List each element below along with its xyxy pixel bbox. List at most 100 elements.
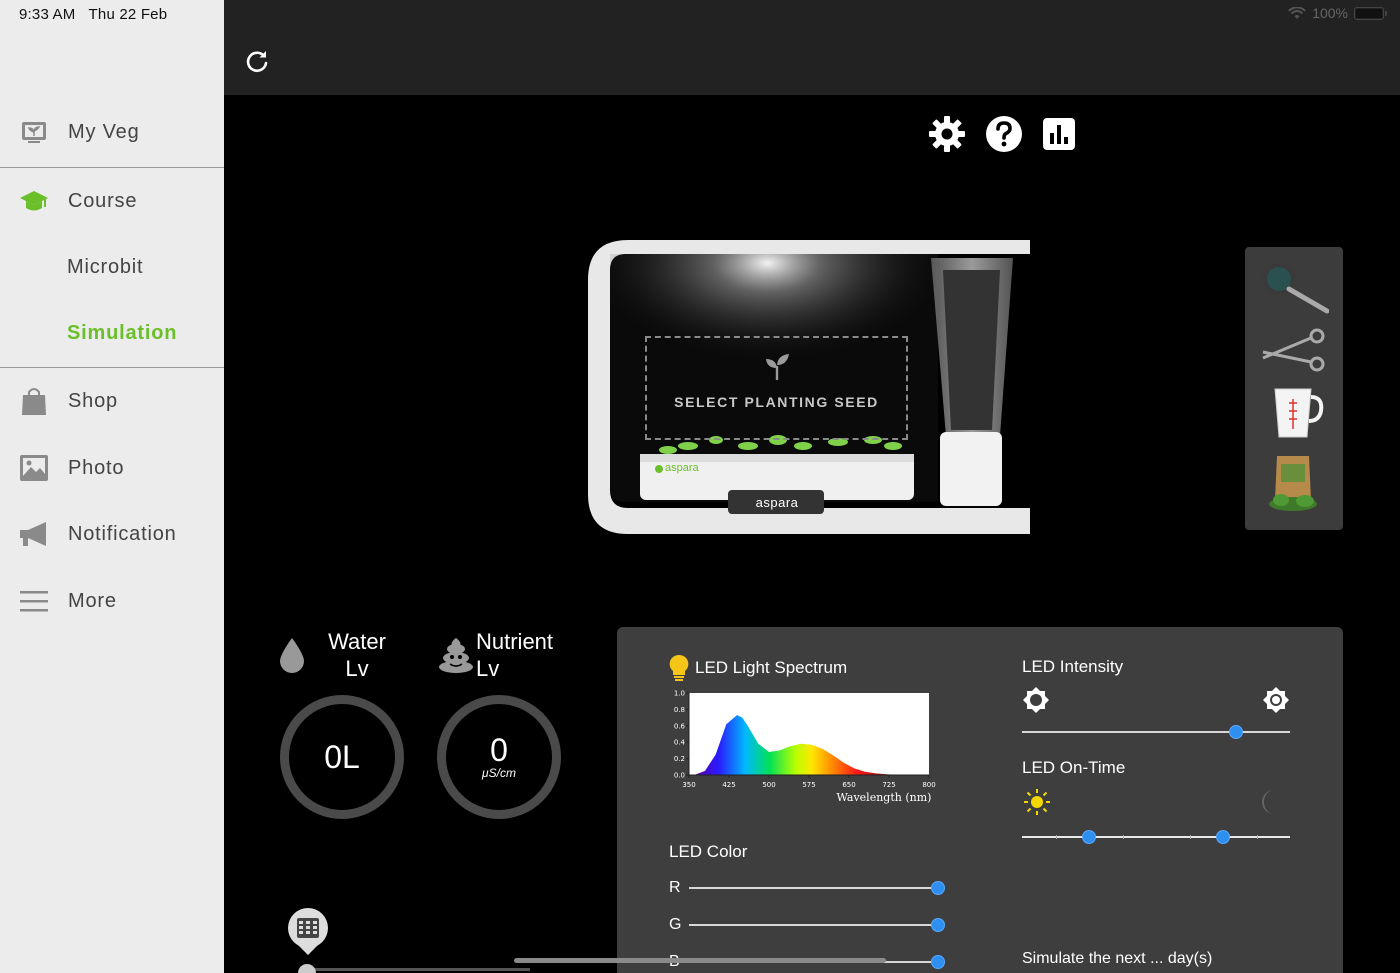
spectrum-xlabel: Wavelength (nm) (837, 791, 932, 804)
slider-tick (1190, 835, 1191, 839)
seed-bag-icon[interactable] (1259, 452, 1329, 512)
sidebar-item-label: Shop (68, 389, 118, 412)
megaphone-icon (20, 522, 46, 546)
sidebar-item-label: Simulation (67, 321, 178, 344)
led-on-time-start-thumb[interactable] (1082, 830, 1096, 844)
y-tick-label: 0.4 (674, 739, 686, 747)
sidebar-item-course[interactable]: Course (0, 176, 224, 226)
divider (0, 167, 224, 168)
x-tick-label: 500 (762, 781, 775, 789)
x-tick-label: 425 (722, 781, 735, 789)
magnifier-icon[interactable] (1259, 259, 1329, 319)
day-scrubber-thumb[interactable] (298, 964, 316, 973)
led-control-panel: LED Light Spectrum 350 425 500 575 650 7… (617, 627, 1343, 973)
slider-tick (1056, 835, 1057, 839)
sidebar-item-label: My Veg (68, 120, 140, 143)
day-scrubber-slider[interactable] (300, 968, 530, 971)
water-level-gauge: 0L (280, 695, 404, 819)
y-tick-label: 0.6 (674, 722, 686, 730)
monitor-plant-icon (22, 122, 46, 143)
wifi-icon (1288, 6, 1307, 19)
bar-chart-icon[interactable] (1040, 115, 1078, 153)
divider (0, 367, 224, 368)
led-spectrum-chart: 350 425 500 575 650 725 8000.00.20.40.60.81.0 … (674, 690, 936, 805)
sidebar-item-simulation[interactable]: Simulation (0, 308, 224, 358)
water-level-value: 0L (324, 739, 360, 775)
sidebar-item-label: Microbit (67, 255, 144, 278)
sidebar-item-shop[interactable]: Shop (0, 376, 224, 426)
home-indicator (514, 958, 886, 963)
green-channel-slider[interactable] (689, 924, 938, 926)
y-tick-label: 0.2 (674, 755, 685, 763)
sun-icon (1024, 789, 1050, 815)
led-on-time-title: LED On-Time (1022, 758, 1126, 777)
red-channel-label: R (669, 879, 681, 896)
red-channel-slider[interactable] (689, 887, 938, 889)
led-intensity-slider[interactable] (1022, 731, 1290, 733)
measuring-cup-icon[interactable] (1259, 383, 1329, 443)
photo-icon (20, 455, 48, 481)
help-icon[interactable] (985, 115, 1023, 153)
refresh-icon[interactable] (244, 48, 270, 74)
slider-tick (1257, 835, 1258, 839)
water-level-label: Water Lv (328, 629, 386, 681)
x-tick-label: 725 (882, 781, 895, 789)
led-spectrum-title: LED Light Spectrum (695, 658, 848, 677)
x-tick-label: 575 (802, 781, 815, 789)
blue-channel-thumb[interactable] (931, 955, 945, 969)
tool-panel (1245, 247, 1343, 530)
menu-icon (20, 591, 48, 612)
led-intensity-title: LED Intensity (1022, 657, 1124, 676)
brand-label: aspara (665, 462, 699, 474)
graduation-cap-icon (20, 191, 48, 211)
led-intensity-thumb[interactable] (1229, 725, 1244, 739)
status-time: 9:33 AM Thu 22 Feb (19, 6, 168, 23)
nutrient-level-gauge: 0 μS/cm (437, 695, 561, 819)
light-bulb-icon (669, 654, 689, 681)
scissors-icon[interactable] (1259, 322, 1329, 382)
sidebar-item-my-veg[interactable]: My Veg (0, 107, 224, 157)
status-indicators: 100% (1288, 5, 1387, 21)
sidebar-item-label: Photo (68, 456, 125, 479)
sidebar-item-more[interactable]: More (0, 576, 224, 626)
sidebar-item-microbit[interactable]: Microbit (0, 242, 224, 292)
led-color-title: LED Color (669, 842, 748, 861)
water-drop-icon (280, 638, 304, 673)
led-on-time-slider[interactable] (1022, 836, 1290, 838)
green-channel-label: G (669, 916, 682, 933)
nutrient-unit: μS/cm (482, 766, 516, 780)
y-tick-label: 0.0 (674, 772, 685, 780)
slider-tick (1123, 835, 1124, 839)
select-seed-label: SELECT PLANTING SEED (674, 394, 879, 410)
battery-icon (1354, 6, 1387, 20)
calendar-grid-icon[interactable] (286, 907, 330, 957)
gear-icon[interactable] (928, 115, 966, 153)
brand-badge: aspara (755, 495, 799, 510)
nutrient-level-label: Nutrient Lv (476, 629, 554, 681)
sidebar-item-label: Notification (68, 522, 177, 545)
battery-percent: 100% (1312, 5, 1348, 21)
nutrient-level-value: 0 (490, 732, 508, 768)
y-tick-label: 0.8 (674, 706, 685, 714)
moon-icon (1262, 790, 1274, 814)
sidebar-item-label: More (68, 589, 117, 612)
sidebar-item-label: Course (68, 189, 138, 212)
shopping-bag-icon (22, 388, 46, 415)
brightness-low-icon (1023, 687, 1049, 713)
brightness-high-icon (1263, 687, 1289, 713)
led-on-time-end-thumb[interactable] (1216, 830, 1230, 844)
x-tick-label: 800 (922, 781, 935, 789)
y-tick-label: 1.0 (674, 690, 685, 698)
sidebar: 9:33 AM Thu 22 Feb My Veg Course Microbi… (0, 0, 224, 973)
select-seed-button[interactable]: SELECT PLANTING SEED (645, 336, 908, 440)
x-tick-label: 350 (682, 781, 695, 789)
x-tick-label: 650 (842, 781, 855, 789)
green-channel-thumb[interactable] (931, 918, 945, 932)
top-bar: 100% (224, 0, 1400, 95)
red-channel-thumb[interactable] (931, 881, 945, 895)
nutrient-icon (439, 638, 473, 673)
simulate-days-label: Simulate the next ... day(s) (1022, 950, 1213, 967)
sprout-icon (765, 354, 789, 380)
sidebar-item-notification[interactable]: Notification (0, 509, 224, 559)
sidebar-item-photo[interactable]: Photo (0, 443, 224, 493)
